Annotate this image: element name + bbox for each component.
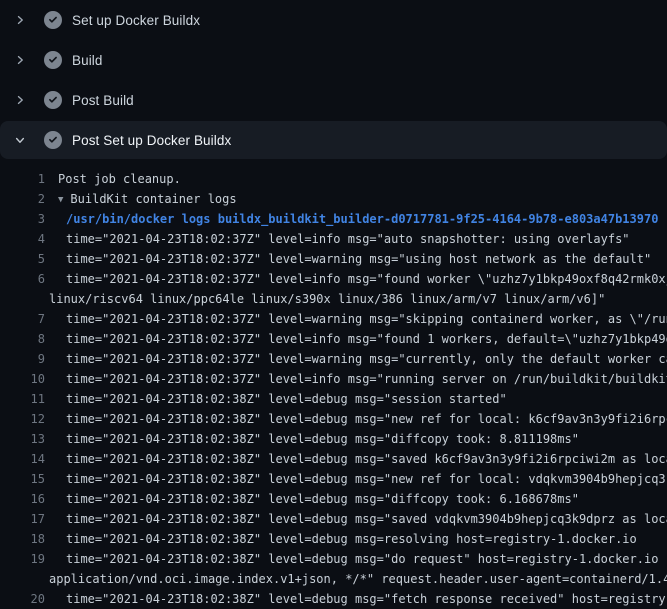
check-circle-icon — [44, 51, 62, 69]
log-group-label: BuildKit container logs — [70, 192, 236, 206]
log-line: 9 time="2021-04-23T18:02:37Z" level=warni… — [0, 349, 667, 369]
log-line-number[interactable]: 12 — [0, 409, 45, 429]
check-circle-icon — [44, 131, 62, 149]
log-line: 14 time="2021-04-23T18:02:38Z" level=debu… — [0, 449, 667, 469]
log-line-number[interactable]: 17 — [0, 509, 45, 529]
log-area: 1 Post job cleanup. 2 ▼ BuildKit container l… — [0, 159, 667, 609]
log-line: 10 time="2021-04-23T18:02:37Z" level=info… — [0, 369, 667, 389]
job-steps-list: Set up Docker Buildx Build Post Build Po… — [0, 0, 667, 159]
log-line-text: linux/riscv64 linux/ppc64le linux/s390x … — [49, 289, 605, 309]
step-label: Post Build — [72, 93, 134, 108]
log-line-number — [0, 289, 45, 309]
log-line-number[interactable]: 13 — [0, 429, 45, 449]
log-line-text: time="2021-04-23T18:02:38Z" level=debug … — [66, 389, 507, 409]
log-line-number[interactable]: 19 — [0, 549, 45, 569]
log-line: 15 time="2021-04-23T18:02:38Z" level=debu… — [0, 469, 667, 489]
log-line-text: time="2021-04-23T18:02:38Z" level=debug … — [66, 489, 579, 509]
log-line: 5 time="2021-04-23T18:02:37Z" level=warni… — [0, 249, 667, 269]
step-header-post-build[interactable]: Post Build — [0, 80, 667, 120]
log-line-text: time="2021-04-23T18:02:37Z" level=info m… — [66, 329, 667, 349]
chevron-right-icon[interactable] — [12, 12, 28, 28]
log-line-number[interactable]: 11 — [0, 389, 45, 409]
log-line: application/vnd.oci.image.index.v1+json,… — [0, 569, 667, 589]
log-line-text: Post job cleanup. — [58, 169, 181, 189]
log-command-text: /usr/bin/docker logs buildx_buildkit_bui… — [66, 209, 658, 229]
log-line: 2 ▼ BuildKit container logs — [0, 189, 667, 209]
log-line-number[interactable]: 3 — [0, 209, 45, 229]
log-line: 16 time="2021-04-23T18:02:38Z" level=debu… — [0, 489, 667, 509]
log-line: 19 time="2021-04-23T18:02:38Z" level=debu… — [0, 549, 667, 569]
check-circle-icon — [44, 11, 62, 29]
log-line-number[interactable]: 16 — [0, 489, 45, 509]
log-line-number[interactable]: 10 — [0, 369, 45, 389]
log-line: 18 time="2021-04-23T18:02:38Z" level=debu… — [0, 529, 667, 549]
log-line-number[interactable]: 5 — [0, 249, 45, 269]
step-header-post-setup-docker-buildx[interactable]: Post Set up Docker Buildx — [0, 121, 667, 159]
log-line-text: time="2021-04-23T18:02:37Z" level=warnin… — [66, 249, 651, 269]
log-line-text: time="2021-04-23T18:02:37Z" level=info m… — [66, 269, 667, 289]
log-line: linux/riscv64 linux/ppc64le linux/s390x … — [0, 289, 667, 309]
triangle-down-icon[interactable]: ▼ — [58, 190, 63, 209]
log-line-text: time="2021-04-23T18:02:37Z" level=info m… — [66, 369, 667, 389]
step-header-setup-docker-buildx[interactable]: Set up Docker Buildx — [0, 0, 667, 40]
log-line: 8 time="2021-04-23T18:02:37Z" level=info … — [0, 329, 667, 349]
log-line-text: time="2021-04-23T18:02:37Z" level=warnin… — [66, 349, 667, 369]
log-line-text: time="2021-04-23T18:02:37Z" level=warnin… — [66, 309, 667, 329]
log-line-text: time="2021-04-23T18:02:38Z" level=debug … — [66, 469, 667, 489]
log-line: 11 time="2021-04-23T18:02:38Z" level=debu… — [0, 389, 667, 409]
log-line-number[interactable]: 14 — [0, 449, 45, 469]
log-line-text: application/vnd.oci.image.index.v1+json,… — [49, 569, 667, 589]
log-line: 6 time="2021-04-23T18:02:37Z" level=info … — [0, 269, 667, 289]
log-line-number[interactable]: 4 — [0, 229, 45, 249]
log-line-number[interactable]: 1 — [0, 169, 45, 189]
step-label: Build — [72, 53, 103, 68]
log-line-text: time="2021-04-23T18:02:38Z" level=debug … — [66, 449, 667, 469]
log-line-number[interactable]: 18 — [0, 529, 45, 549]
chevron-down-icon[interactable] — [12, 132, 28, 148]
log-line-text: time="2021-04-23T18:02:38Z" level=debug … — [66, 509, 667, 529]
log-line-number[interactable]: 20 — [0, 589, 45, 609]
log-line-text: time="2021-04-23T18:02:38Z" level=debug … — [66, 409, 667, 429]
step-header-build[interactable]: Build — [0, 40, 667, 80]
log-line-number — [0, 569, 45, 589]
check-circle-icon — [44, 91, 62, 109]
log-line: 7 time="2021-04-23T18:02:37Z" level=warni… — [0, 309, 667, 329]
log-line-text: time="2021-04-23T18:02:37Z" level=info m… — [66, 229, 630, 249]
log-line: 4 time="2021-04-23T18:02:37Z" level=info … — [0, 229, 667, 249]
log-line-text: time="2021-04-23T18:02:38Z" level=debug … — [66, 429, 579, 449]
step-label: Set up Docker Buildx — [72, 13, 200, 28]
log-line-text: time="2021-04-23T18:02:38Z" level=debug … — [66, 589, 667, 609]
log-line: 17 time="2021-04-23T18:02:38Z" level=debu… — [0, 509, 667, 529]
log-line-number[interactable]: 2 — [0, 189, 45, 209]
chevron-right-icon[interactable] — [12, 92, 28, 108]
log-line: 1 Post job cleanup. — [0, 169, 667, 189]
log-line-number[interactable]: 15 — [0, 469, 45, 489]
log-line: 13 time="2021-04-23T18:02:38Z" level=debu… — [0, 429, 667, 449]
log-line-number[interactable]: 7 — [0, 309, 45, 329]
log-line: 12 time="2021-04-23T18:02:38Z" level=debu… — [0, 409, 667, 429]
chevron-right-icon[interactable] — [12, 52, 28, 68]
step-label: Post Set up Docker Buildx — [72, 133, 231, 148]
log-line: 3/usr/bin/docker logs buildx_buildkit_bu… — [0, 209, 667, 229]
log-line: 20 time="2021-04-23T18:02:38Z" level=debu… — [0, 589, 667, 609]
log-line-number[interactable]: 8 — [0, 329, 45, 349]
log-group-header[interactable]: ▼ BuildKit container logs — [58, 189, 237, 209]
log-line-text: time="2021-04-23T18:02:38Z" level=debug … — [66, 529, 637, 549]
log-line-number[interactable]: 9 — [0, 349, 45, 369]
log-line-number[interactable]: 6 — [0, 269, 45, 289]
log-line-text: time="2021-04-23T18:02:38Z" level=debug … — [66, 549, 667, 569]
